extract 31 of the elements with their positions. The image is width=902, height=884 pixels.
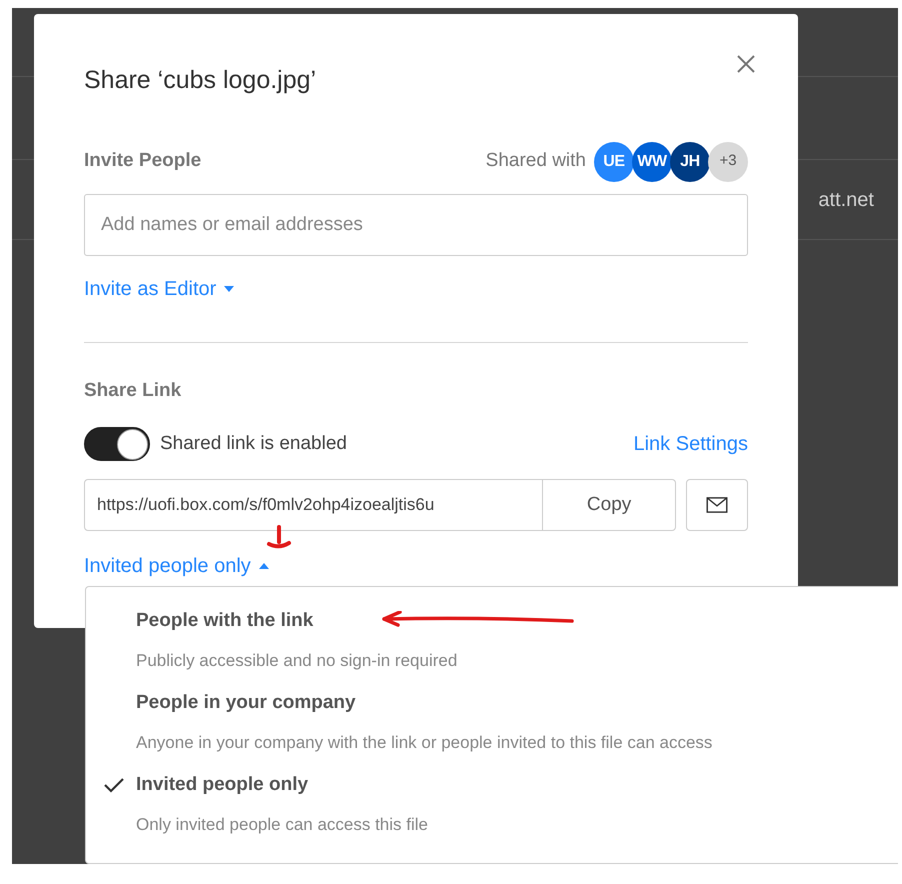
shared-with-label: Shared with: [486, 149, 586, 174]
option-title: People with the link: [136, 609, 314, 633]
dialog-title: Share ‘cubs logo.jpg’: [84, 65, 316, 96]
email-button[interactable]: [686, 479, 748, 531]
section-heading: Share Link: [84, 378, 182, 402]
link-settings-link[interactable]: Link Settings: [633, 429, 748, 459]
envelope-icon: [706, 497, 728, 513]
access-option[interactable]: People with the link Publicly accessible and no sign-in required: [86, 607, 898, 673]
avatar[interactable]: UE: [594, 142, 634, 182]
avatar[interactable]: JH: [670, 142, 710, 182]
invite-input-field[interactable]: Add names or email addresses: [84, 194, 748, 256]
invite-role-menu[interactable]: Invite as Editor: [84, 274, 234, 304]
background-text: att.net: [818, 188, 874, 212]
toggle-label: Shared link is enabled: [160, 432, 347, 456]
more-avatars-badge[interactable]: +3: [708, 142, 748, 182]
option-description: Anyone in your company with the link or people invited to this file can access: [136, 732, 712, 754]
access-option[interactable]: Invited people only Only invited people can access this file: [86, 771, 898, 837]
toggle-switch[interactable]: [84, 427, 150, 461]
option-description: Publicly accessible and no sign-in required: [136, 650, 458, 672]
option-description: Only invited people can access this file: [136, 814, 428, 836]
caret-icon: [224, 286, 234, 292]
option-title: Invited people only: [136, 773, 310, 797]
section-heading: Invite People: [84, 149, 202, 174]
option-title: People in your company: [136, 691, 357, 715]
annotation-mark: [264, 525, 294, 549]
copy-button[interactable]: Copy: [542, 479, 676, 531]
caret-icon: [258, 563, 269, 569]
avatar[interactable]: WW: [632, 142, 672, 182]
access-option[interactable]: People in your company Anyone in your company with the link or people invited to this file can access: [86, 689, 898, 755]
access-menu[interactable]: Invited people only: [84, 551, 269, 581]
link-url-field[interactable]: https://uofi.box.com/s/f0mlv2ohp4izoealjtis6u: [84, 479, 543, 531]
